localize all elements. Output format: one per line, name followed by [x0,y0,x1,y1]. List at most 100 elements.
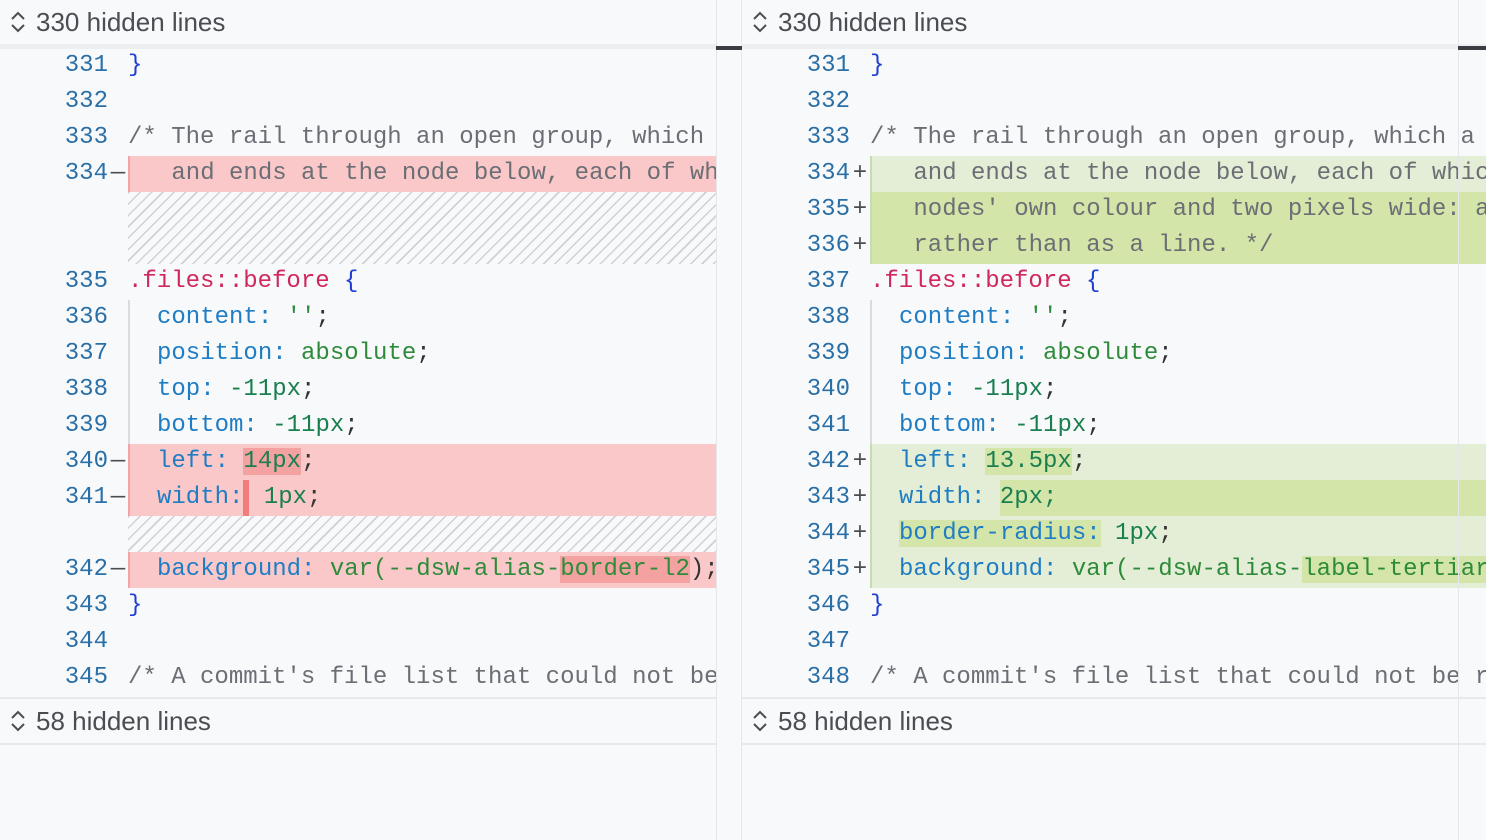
line-number: 345 [64,664,108,691]
line-number: 344 [64,628,108,655]
expand-chevron-icon [742,9,778,35]
diff-marker: — [110,484,126,511]
scroll-marker [716,46,742,50]
code-token: -11px [257,412,345,439]
diff-marker: — [110,556,126,583]
expand-hidden-lines-top[interactable]: 330 hidden lines [742,0,1486,49]
code-token: { [329,268,359,295]
removed-line: 334— and ends at the node below, each of… [0,156,716,192]
indent-guide [870,156,899,192]
added-line: 342 + left: 13.5px; [742,444,1486,480]
diff-marker: + [852,160,868,187]
code-content [870,624,1486,660]
line-number: 337 [806,268,850,295]
code-content: border-radius: 1px; [870,516,1486,552]
line-number: 332 [64,88,108,115]
code-token: ; [1158,340,1173,367]
code-content: left: 14px; [128,444,716,480]
code-content: /* The rail through an open group, which… [128,120,716,156]
diff-marker: — [110,160,126,187]
code-token: ; [301,448,316,475]
code-content: /* A commit's file list that could not b… [128,660,716,696]
code-line: 332 [742,84,1486,120]
code-content: top: -11px; [128,372,716,408]
code-token: ); [689,556,716,583]
code-line: 339 position: absolute; [742,336,1486,372]
code-token: bottom: [157,412,258,439]
code-token: /* A commit's file list that could not b… [128,664,716,691]
code-token: ; [1057,304,1072,331]
code-content [128,624,716,660]
code-line: 345 /* A commit's file list that could no… [0,660,716,696]
diff-marker: + [852,556,868,583]
code-content: /* A commit's file list that could not b… [870,660,1486,696]
expand-hidden-lines-top[interactable]: 330 hidden lines [0,0,716,49]
code-token: 13.5px [985,448,1072,475]
code-token: top: [157,376,215,403]
code-token: } [870,52,885,79]
code-content: nodes' own colour and two pixels wide: a… [870,192,1486,228]
code-token: position: [157,340,287,367]
code-token: ; [307,484,322,511]
code-token: var(--dsw-alias- [315,556,561,583]
diff-filler-row [0,192,716,264]
code-line: 338 top: -11px; [0,372,716,408]
indent-guide [128,552,157,588]
code-token: width: [899,484,1000,511]
code-token: '' [272,304,316,331]
code-token: -11px [956,376,1044,403]
indent-guide [128,156,157,192]
line-number: 331 [64,52,108,79]
code-content: } [128,588,716,624]
code-token: border-radius: [899,520,1101,547]
code-content: background: var(--dsw-alias-label-tertia… [870,552,1486,588]
code-content: bottom: -11px; [870,408,1486,444]
line-number: 333 [806,124,850,151]
code-token: var(--dsw-alias- [1057,556,1303,583]
code-token: and ends at the node below, each of whic [157,160,716,187]
code-content: /* The rail through an open group, which… [870,120,1486,156]
indent-guide [128,300,157,336]
line-number: 340 [806,376,850,403]
scrollbar-track[interactable] [1458,0,1459,840]
pane-gutter [716,0,742,840]
indent-guide [870,552,899,588]
code-token: 2px; [999,480,1486,516]
hidden-lines-label: 58 hidden lines [778,705,953,736]
pane-divider [716,0,717,840]
indent-guide [128,408,157,444]
hatch-filler [128,516,716,552]
added-line: 334 + and ends at the node below, each of… [742,156,1486,192]
expand-hidden-lines-bottom[interactable]: 58 hidden lines [742,697,1486,745]
hidden-lines-label: 330 hidden lines [36,6,226,37]
line-number: 332 [806,88,850,115]
line-number: 343 [806,484,850,511]
diff-marker: + [852,520,868,547]
code-line: 347 [742,624,1486,660]
code-token: content: [157,304,273,331]
line-number: 334 [806,160,850,187]
code-token: nodes' own colour and two pixels wide: a… [899,196,1486,223]
code-token: background: [899,556,1058,583]
code-line: 340 top: -11px; [742,372,1486,408]
diff-marker: + [852,448,868,475]
line-number: 342 [64,556,108,583]
code-line: 336 content: ''; [0,300,716,336]
code-token: { [1071,268,1101,295]
code-line: 333 /* The rail through an open group, wh… [0,120,716,156]
code-line: 337 position: absolute; [0,336,716,372]
added-line: 345 + background: var(--dsw-alias-label-te… [742,552,1486,588]
diff-rows: 331} 332 333 /* The rail through an open gr… [742,48,1486,696]
line-number: 341 [806,412,850,439]
code-token: content: [899,304,1015,331]
line-number: 346 [806,592,850,619]
code-content [128,84,716,120]
line-number: 336 [806,232,850,259]
code-content: position: absolute; [870,336,1486,372]
code-content: and ends at the node below, each of whic… [870,156,1486,192]
code-line: 337 .files::before { [742,264,1486,300]
code-token: left: [899,448,986,475]
code-token: rather than as a line. */ [899,232,1274,259]
indent-guide [870,336,899,372]
expand-hidden-lines-bottom[interactable]: 58 hidden lines [0,697,716,745]
